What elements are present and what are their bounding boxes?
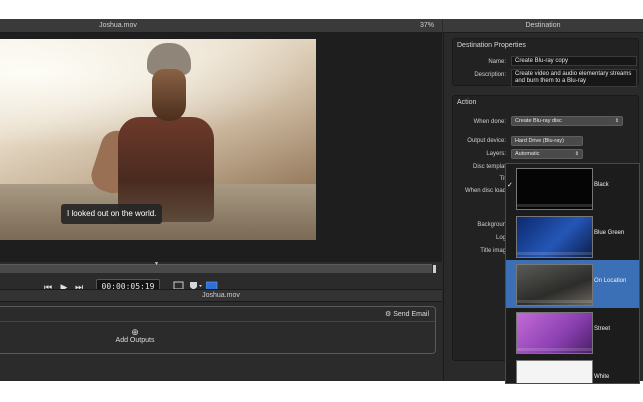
out-point-handle[interactable] <box>433 265 436 273</box>
theme-thumbnail <box>516 216 593 258</box>
timeline-scrubber[interactable]: ▼ <box>0 261 436 273</box>
background-label: Backgroun <box>477 222 506 228</box>
gear-icon: ⚙ <box>384 311 392 318</box>
outputs-panel: ⚙ Send Email ⊕ Add Outputs <box>0 306 436 354</box>
checkmark-icon: ✓ <box>507 182 513 189</box>
theme-name: Street <box>594 326 611 332</box>
layers-popup[interactable]: Automatic ⇕ <box>511 149 583 159</box>
when-disc-loads-label: When disc load <box>464 188 506 194</box>
theme-thumbnail <box>516 264 593 306</box>
destination-properties-section: Destination Properties Name: Create Blu-… <box>452 38 639 87</box>
theme-thumbnail <box>516 168 593 210</box>
description-field[interactable]: Create video and audio elementary stream… <box>511 69 637 87</box>
name-field[interactable]: Create Blu-ray copy <box>511 56 637 66</box>
disc-template-label: Disc templat <box>472 164 506 170</box>
batch-filename-bar: Joshua.mov <box>0 289 442 302</box>
zoom-level[interactable]: 37% <box>420 19 434 32</box>
inspector-title: Destination <box>525 22 561 29</box>
section-title: Destination Properties <box>457 42 526 49</box>
inspector-titlebar: Destination <box>443 19 643 33</box>
popup-arrow-icon: ⇕ <box>614 118 619 124</box>
logo-label: Log <box>495 235 506 241</box>
section-title: Action <box>457 99 477 106</box>
theme-name: Black <box>594 182 609 188</box>
theme-item-white[interactable]: White <box>506 356 639 383</box>
send-email-label: Send Email <box>393 311 429 318</box>
theme-item-street[interactable]: Street <box>506 308 639 356</box>
viewer-titlebar: Joshua.mov 37% <box>0 19 442 33</box>
theme-thumbnail <box>516 360 593 383</box>
theme-name: Blue Green <box>594 230 625 236</box>
theme-thumbnail <box>516 312 593 354</box>
outputs-header: ⚙ Send Email <box>0 307 435 322</box>
when-done-popup[interactable]: Create Blu-ray disc ⇕ <box>511 116 623 126</box>
when-done-label: When done: <box>473 119 506 125</box>
video-frame: I looked out on the world. <box>0 39 316 240</box>
title-label: Tit <box>499 176 506 182</box>
playhead-icon[interactable]: ▼ <box>154 261 159 267</box>
theme-name: White <box>594 374 610 380</box>
output-device-popup[interactable]: Hard Drive (Blu-ray) <box>511 136 583 146</box>
viewer-filename: Joshua.mov <box>99 22 137 29</box>
viewer: I looked out on the world. ▼ ⏮ ▶ ⏭ 00:00… <box>0 33 442 295</box>
theme-item-black[interactable]: ✓ Black <box>506 164 639 212</box>
name-label: Name: <box>488 59 506 65</box>
theme-item-on-location[interactable]: On Location <box>506 260 639 308</box>
description-label: Description: <box>474 72 506 78</box>
theme-name: On Location <box>594 278 627 284</box>
disc-template-menu[interactable]: ✓ Black Blue Green On Location Street Wh… <box>505 163 640 384</box>
title-image-label: Title imag <box>480 248 506 254</box>
subtitle-caption: I looked out on the world. <box>61 204 163 224</box>
output-device-label: Output device: <box>467 138 506 144</box>
add-icon: ⊕ <box>131 327 139 337</box>
send-email-button[interactable]: ⚙ Send Email <box>385 310 429 318</box>
theme-item-blue-green[interactable]: Blue Green <box>506 212 639 260</box>
add-outputs-button[interactable]: ⊕ Add Outputs <box>105 327 165 344</box>
popup-arrow-icon: ⇕ <box>574 151 579 157</box>
layers-label: Layers: <box>486 151 506 157</box>
add-outputs-label: Add Outputs <box>115 337 155 344</box>
